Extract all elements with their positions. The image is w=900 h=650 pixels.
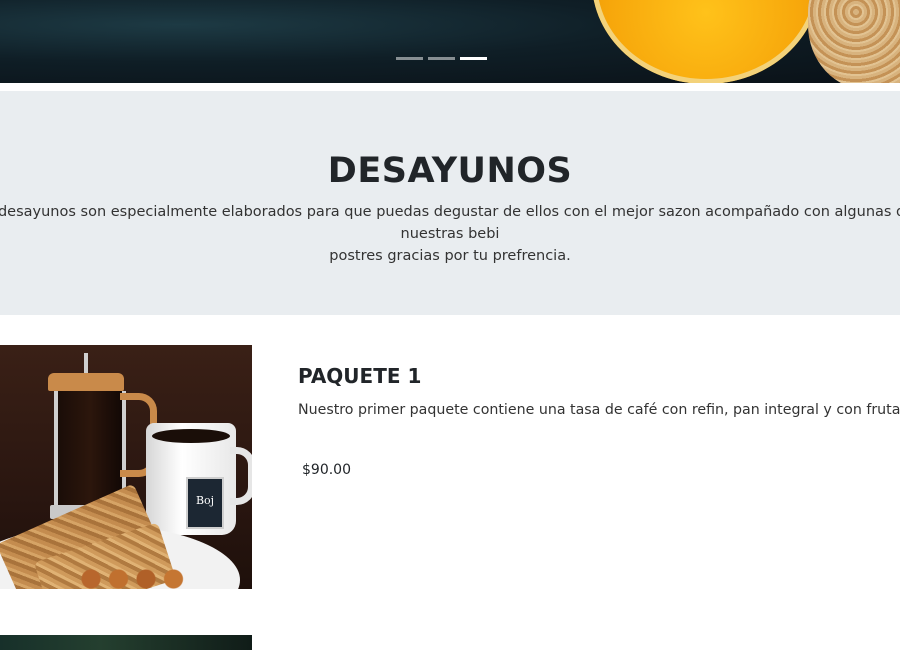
carousel-indicators [396, 57, 487, 60]
package-price: $90.00 [302, 462, 351, 478]
section-title: DESAYUNOS [327, 151, 573, 191]
coffee-mug-image: Boj [146, 423, 252, 535]
page: DESAYUNOS s desayunos son especialmente … [0, 0, 900, 650]
section-description-line-1: s desayunos son especialmente elaborados… [0, 204, 900, 242]
mug-logo: Boj [186, 477, 224, 529]
next-package-image [0, 635, 252, 650]
bread-image [808, 0, 900, 83]
section-description: s desayunos son especialmente elaborados… [0, 201, 900, 267]
nuts-image [80, 567, 190, 589]
carousel-indicator-1[interactable] [396, 57, 423, 60]
hero-carousel[interactable] [0, 0, 900, 83]
package-description: Nuestro primer paquete contiene una tasa… [298, 402, 900, 418]
intro-section: DESAYUNOS s desayunos son especialmente … [0, 91, 900, 315]
carousel-indicator-3[interactable] [460, 57, 487, 60]
carousel-indicator-2[interactable] [428, 57, 455, 60]
package-image: Boj [0, 345, 252, 589]
section-description-line-2: postres gracias por tu prefrencia. [329, 248, 571, 264]
package-title: PAQUETE 1 [298, 364, 422, 388]
orange-juice-image [592, 0, 820, 83]
